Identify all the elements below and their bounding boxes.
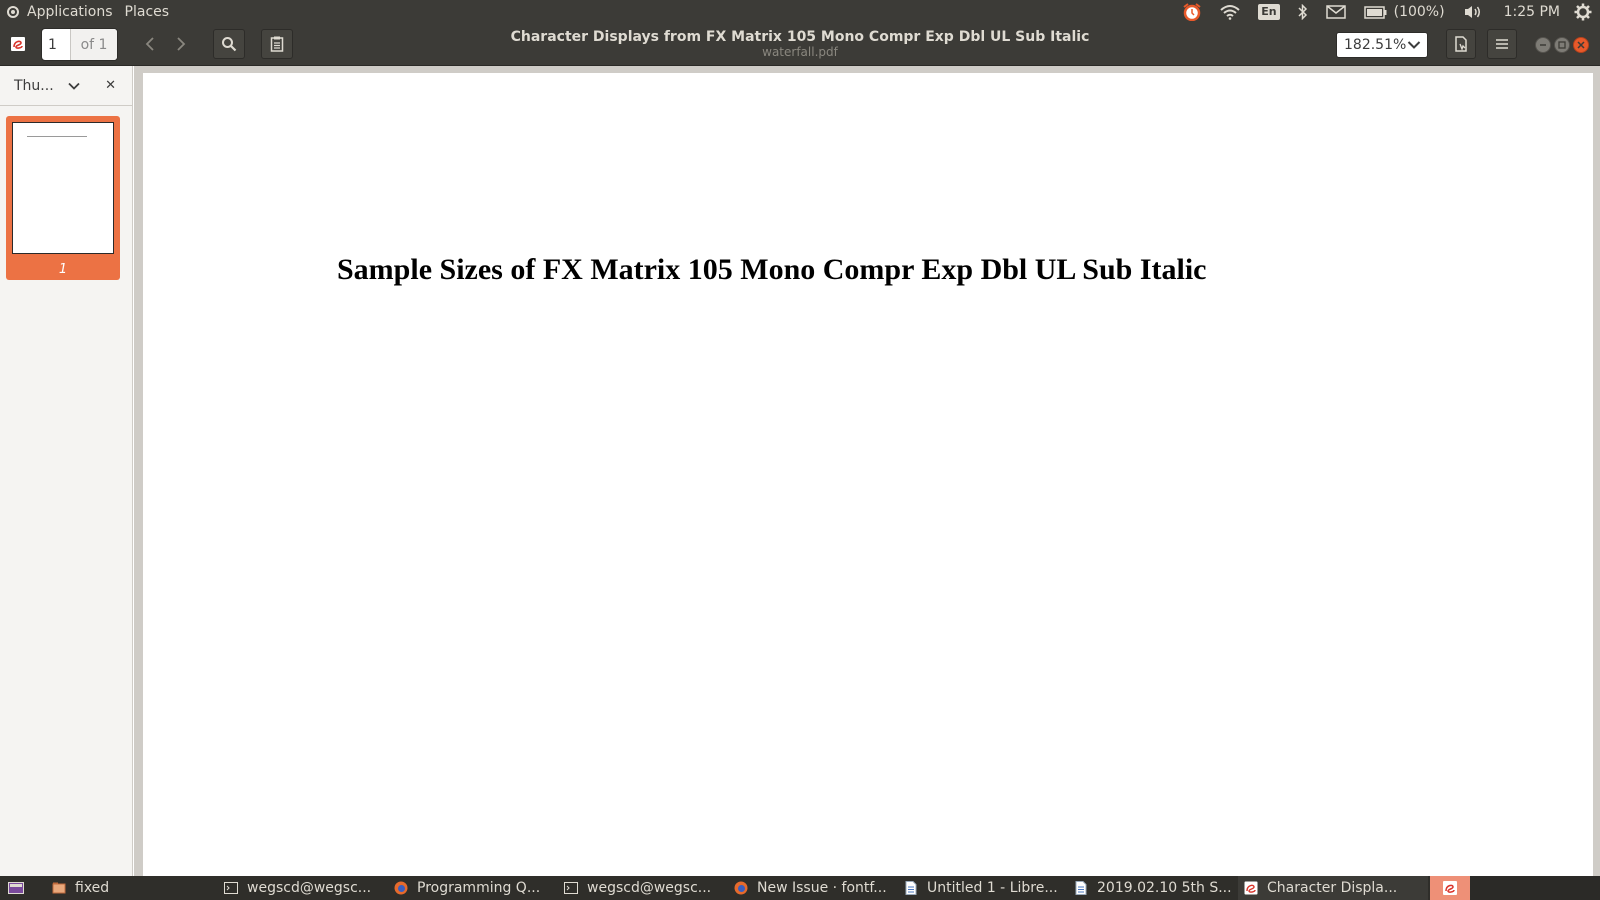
minimize-icon	[1540, 44, 1546, 46]
menu-button[interactable]	[1487, 29, 1517, 59]
pdf-viewer-icon	[1244, 881, 1258, 895]
app-icon	[7, 29, 29, 59]
applications-menu-icon[interactable]	[7, 6, 19, 18]
taskbar-item[interactable]: wegscd@wegsc...	[218, 876, 386, 900]
print-icon	[1455, 36, 1467, 52]
minimize-button[interactable]	[1535, 37, 1551, 53]
show-desktop-icon	[8, 882, 24, 894]
thumbnail-text-line	[27, 136, 87, 137]
document-title: Character Displays from FX Matrix 105 Mo…	[510, 29, 1090, 45]
maximize-button[interactable]	[1554, 37, 1570, 53]
taskbar-item-active[interactable]: Character Displa...	[1238, 876, 1428, 900]
taskbar-item[interactable]: Programming Q...	[388, 876, 556, 900]
sidebar: Thu... ✕ 1	[0, 66, 133, 876]
firefox-icon	[394, 881, 408, 895]
next-page-icon	[177, 37, 186, 51]
keyboard-layout-label: En	[1258, 4, 1280, 20]
taskbar-item[interactable]: Untitled 1 - Libre...	[898, 876, 1066, 900]
document-icon	[904, 881, 918, 895]
top-menu: Applications Places	[0, 0, 175, 24]
pdf-page: Sample Sizes of FX Matrix 105 Mono Compr…	[143, 73, 1593, 876]
workspace-switcher[interactable]	[1430, 876, 1470, 900]
taskbar-item-label: 2019.02.10 5th S...	[1097, 880, 1232, 896]
zoom-value: 182.51%	[1344, 37, 1407, 53]
thumbnail-page-preview	[12, 122, 114, 254]
folder-icon	[52, 881, 66, 895]
taskbar-item-label: fixed	[75, 880, 110, 896]
zoom-select[interactable]: 182.51%	[1336, 32, 1428, 58]
wifi-icon[interactable]	[1211, 0, 1249, 24]
applications-menu[interactable]: Applications	[21, 0, 119, 24]
document-filename: waterfall.pdf	[762, 45, 838, 59]
mail-icon[interactable]	[1317, 0, 1355, 24]
close-window-button[interactable]	[1573, 37, 1589, 53]
prev-page-icon	[145, 37, 154, 51]
annotations-button[interactable]	[261, 29, 293, 59]
taskbar: fixed wegscd@wegsc... Programming Q... w…	[0, 876, 1600, 900]
clock[interactable]: 1:25 PM	[1492, 0, 1572, 24]
taskbar-empty-area	[1470, 876, 1600, 900]
battery-percentage: (100%)	[1393, 4, 1445, 20]
maximize-icon	[1558, 41, 1566, 49]
chevron-down-icon[interactable]	[68, 82, 80, 90]
volume-icon[interactable]	[1454, 0, 1492, 24]
close-icon	[1577, 41, 1585, 49]
thumbnail-page-label: 1	[58, 262, 68, 277]
terminal-icon	[564, 881, 578, 895]
taskbar-item-label: Untitled 1 - Libre...	[927, 880, 1058, 896]
taskbar-item[interactable]: 2019.02.10 5th S...	[1068, 876, 1236, 900]
close-sidebar-icon[interactable]: ✕	[105, 78, 116, 93]
search-icon	[222, 37, 237, 52]
menu-icon	[1496, 39, 1508, 49]
battery-indicator[interactable]	[1355, 0, 1392, 24]
current-page-input[interactable]: 1	[42, 29, 71, 60]
bluetooth-icon[interactable]	[1289, 0, 1317, 24]
page-number-entry[interactable]: 1 of 1	[41, 28, 118, 61]
print-button[interactable]	[1446, 29, 1476, 59]
annotations-icon	[270, 36, 284, 52]
page-total: of 1	[71, 29, 117, 60]
terminal-icon	[224, 881, 238, 895]
alarm-clock-icon[interactable]	[1173, 0, 1211, 24]
sidebar-header: Thu... ✕	[0, 66, 132, 106]
header-bar: 1 of 1 Character Displays from FX Matrix…	[0, 24, 1600, 66]
page-heading: Sample Sizes of FX Matrix 105 Mono Compr…	[337, 253, 1207, 286]
system-tray: En (100%) 1:25 PM	[1173, 0, 1600, 24]
page-thumbnail[interactable]: 1	[6, 116, 120, 280]
battery-icon	[1363, 5, 1387, 19]
show-desktop-button[interactable]	[0, 876, 32, 900]
document-icon	[1074, 881, 1088, 895]
next-page-button[interactable]	[168, 29, 194, 59]
top-panel: Applications Places En (100%) 1:25 PM	[0, 0, 1600, 24]
places-menu[interactable]: Places	[119, 0, 176, 24]
keyboard-layout-indicator[interactable]: En	[1249, 0, 1288, 24]
taskbar-item-label: Character Displa...	[1267, 880, 1398, 896]
sidebar-view-label[interactable]: Thu...	[14, 78, 54, 94]
taskbar-item[interactable]: wegscd@wegsc...	[558, 876, 726, 900]
taskbar-item[interactable]: New Issue · fontf...	[728, 876, 896, 900]
taskbar-item[interactable]: fixed	[46, 876, 216, 900]
taskbar-item-label: Programming Q...	[417, 880, 541, 896]
pdf-viewer-icon	[1443, 881, 1457, 895]
search-button[interactable]	[213, 29, 245, 59]
window-title: Character Displays from FX Matrix 105 Mo…	[400, 24, 1200, 66]
settings-gear-icon[interactable]	[1572, 0, 1600, 24]
taskbar-item-label: wegscd@wegsc...	[587, 880, 712, 896]
taskbar-item-label: wegscd@wegsc...	[247, 880, 372, 896]
prev-page-button[interactable]	[137, 29, 163, 59]
firefox-icon	[734, 881, 748, 895]
chevron-down-icon	[1407, 41, 1421, 49]
taskbar-item-label: New Issue · fontf...	[757, 880, 887, 896]
document-view[interactable]: Sample Sizes of FX Matrix 105 Mono Compr…	[134, 66, 1600, 876]
